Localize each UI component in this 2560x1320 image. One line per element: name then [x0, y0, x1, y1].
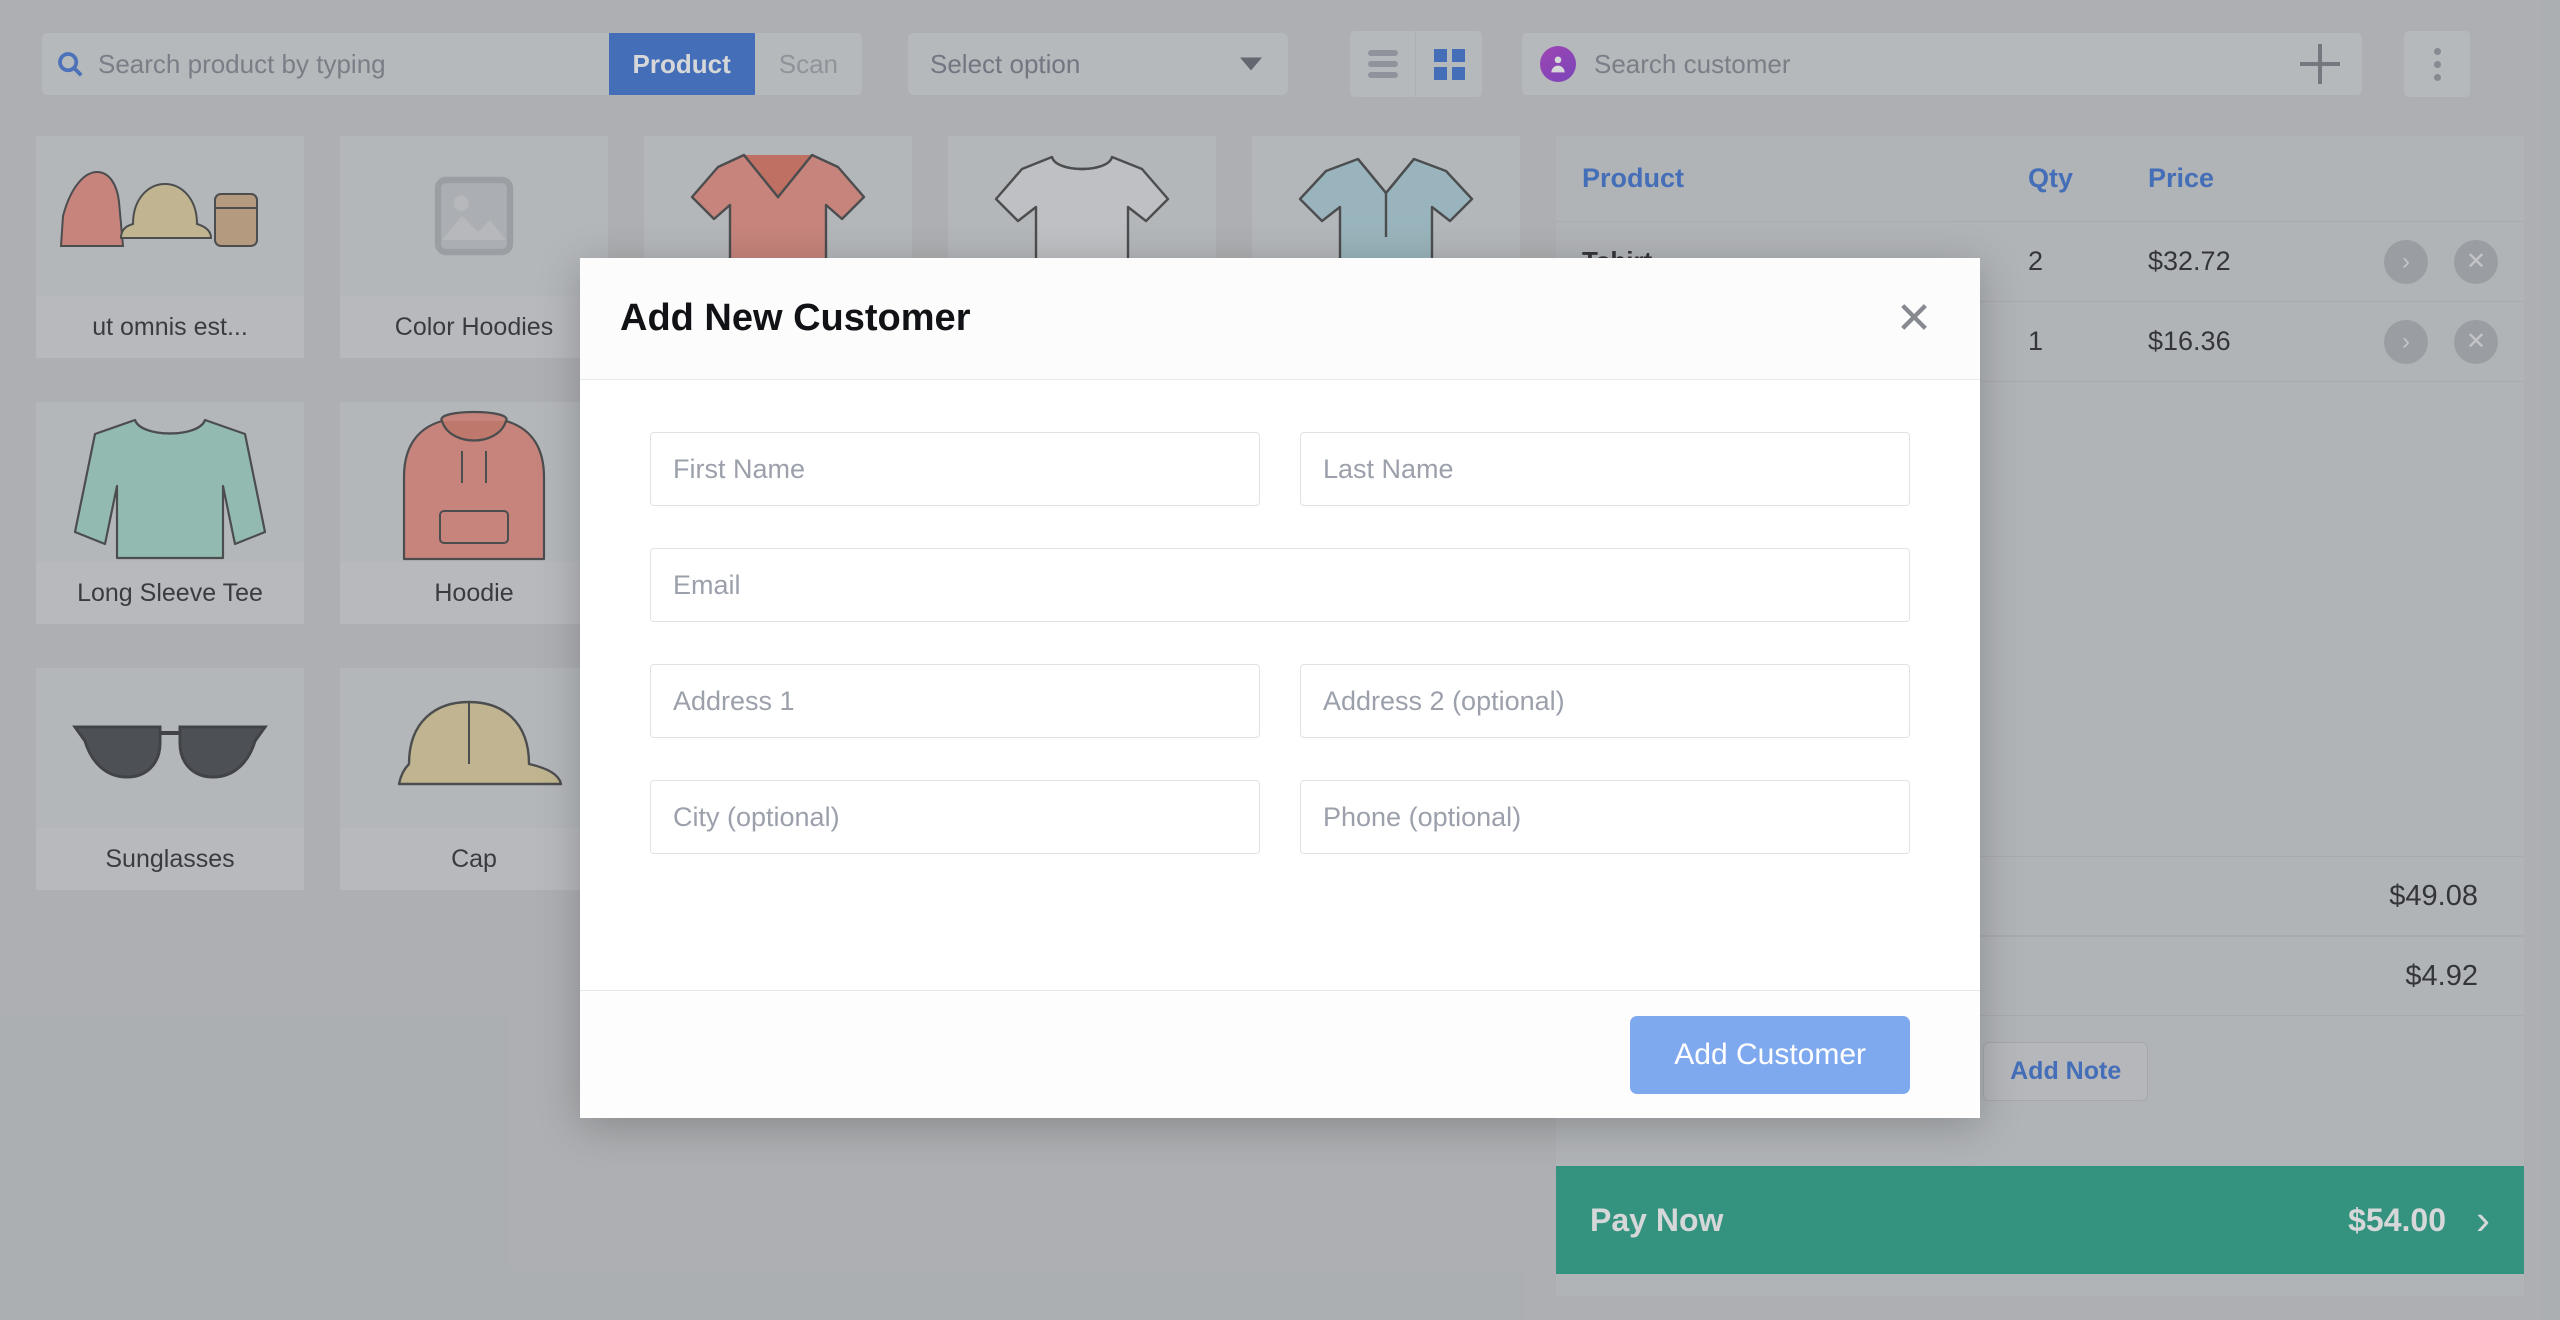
first-name-field[interactable] — [650, 432, 1260, 506]
dialog-body — [580, 380, 1980, 990]
page-title: Add New Customer — [620, 297, 1888, 340]
address-row — [650, 664, 1910, 738]
add-new-customer-dialog: Add New Customer ✕ Add Customer — [580, 258, 1980, 1118]
last-name-field[interactable] — [1300, 432, 1910, 506]
email-row — [650, 548, 1910, 622]
city-phone-row — [650, 780, 1910, 854]
address1-field[interactable] — [650, 664, 1260, 738]
dialog-header: Add New Customer ✕ — [580, 258, 1980, 380]
pos-app: Product Scan Select option — [0, 0, 2560, 1320]
dialog-footer: Add Customer — [580, 990, 1980, 1118]
add-customer-button[interactable]: Add Customer — [1630, 1016, 1910, 1094]
phone-field[interactable] — [1300, 780, 1910, 854]
close-icon[interactable]: ✕ — [1888, 293, 1940, 345]
address2-field[interactable] — [1300, 664, 1910, 738]
email-field[interactable] — [650, 548, 1910, 622]
city-field[interactable] — [650, 780, 1260, 854]
name-row — [650, 432, 1910, 506]
